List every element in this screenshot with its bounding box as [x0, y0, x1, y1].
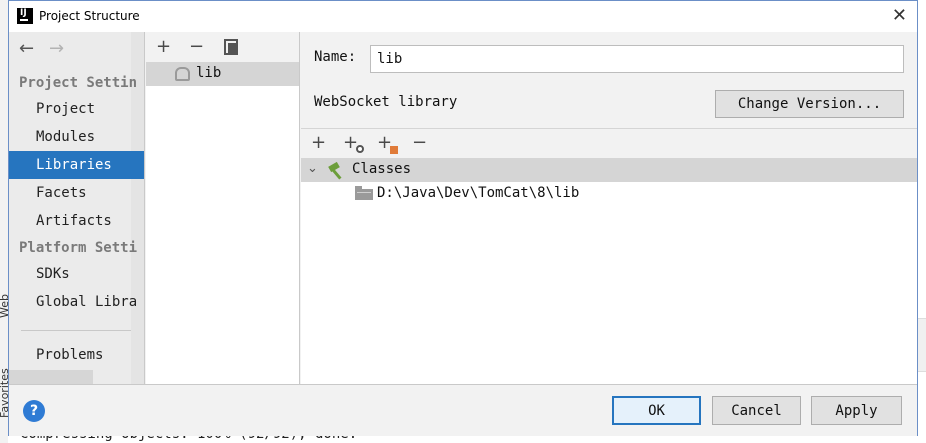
library-list-panel: + − lib — [146, 32, 300, 384]
remove-library-button[interactable]: − — [189, 36, 204, 57]
nav-item-problems[interactable]: Problems — [9, 341, 144, 369]
nav-divider — [21, 330, 131, 331]
apply-button[interactable]: Apply — [811, 396, 902, 425]
nav-item-modules[interactable]: Modules — [9, 123, 144, 151]
library-icon — [175, 67, 190, 81]
library-detail-panel: Name: WebSocket library Change Version..… — [301, 32, 917, 384]
library-toolbar: + − — [146, 32, 299, 62]
jar-icon — [390, 146, 398, 154]
globe-icon — [356, 145, 364, 153]
tree-node-label: Classes — [352, 161, 412, 177]
folder-icon — [355, 186, 373, 200]
help-icon[interactable]: ? — [23, 400, 45, 422]
classes-tree: ⌄ Classes D:\Java\Dev\TomCat\8\lib — [301, 158, 917, 384]
close-icon[interactable]: ✕ — [892, 5, 907, 26]
chevron-down-icon[interactable]: ⌄ — [307, 161, 318, 176]
add-root-button[interactable]: + — [311, 132, 326, 153]
tree-node-classes[interactable]: ⌄ Classes — [301, 158, 917, 182]
cancel-button[interactable]: Cancel — [712, 396, 801, 425]
remove-root-button[interactable]: − — [412, 132, 427, 153]
name-label: Name: — [314, 49, 357, 65]
add-library-button[interactable]: + — [156, 36, 171, 57]
nav-item-libraries[interactable]: Libraries — [9, 151, 144, 179]
hammer-icon — [328, 161, 347, 180]
library-list-item[interactable]: lib — [146, 62, 299, 86]
nav-horizontal-scrollbar[interactable] — [9, 370, 93, 384]
tree-node-path[interactable]: D:\Java\Dev\TomCat\8\lib — [301, 182, 917, 206]
settings-nav: ← → Project Settin Project Modules Librar… — [9, 32, 145, 384]
dialog-footer: ? OK Cancel Apply — [9, 384, 917, 436]
title-bar: IJ Project Structure ✕ — [9, 1, 917, 32]
nav-item-project[interactable]: Project — [9, 95, 144, 123]
project-structure-dialog: IJ Project Structure ✕ ← → Project Settin… — [8, 0, 918, 436]
library-label: lib — [196, 65, 222, 81]
ok-button[interactable]: OK — [612, 396, 701, 425]
section-project-settings: Project Settin — [19, 75, 138, 91]
nav-item-artifacts[interactable]: Artifacts — [9, 207, 144, 235]
nav-item-sdks[interactable]: SDKs — [9, 260, 144, 288]
library-type-label: WebSocket library — [314, 94, 458, 110]
library-name-input[interactable] — [370, 45, 904, 73]
nav-history: ← → — [19, 38, 79, 59]
intellij-app-icon: IJ — [17, 8, 33, 24]
classes-toolbar: + + + − — [301, 128, 917, 158]
nav-item-global-libraries[interactable]: Global Libra — [9, 288, 144, 316]
tree-node-path-label: D:\Java\Dev\TomCat\8\lib — [377, 185, 580, 201]
section-platform-settings: Platform Setti — [19, 240, 138, 256]
arrow-right-icon[interactable]: → — [49, 38, 79, 59]
window-title: Project Structure — [39, 9, 140, 23]
change-version-button[interactable]: Change Version... — [715, 90, 904, 118]
ide-background-panel — [918, 318, 926, 372]
copy-icon[interactable] — [224, 39, 238, 55]
arrow-left-icon[interactable]: ← — [19, 38, 49, 59]
nav-item-facets[interactable]: Facets — [9, 179, 144, 207]
